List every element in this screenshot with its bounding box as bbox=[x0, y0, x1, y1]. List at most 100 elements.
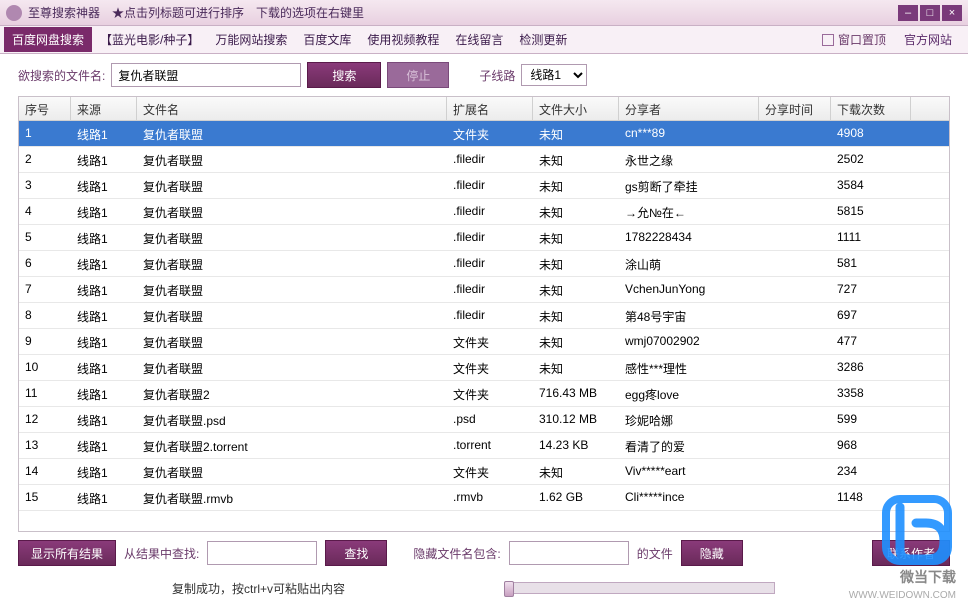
official-site-link[interactable]: 官方网站 bbox=[904, 31, 952, 48]
tab-tutorial[interactable]: 使用视频教程 bbox=[359, 27, 447, 52]
cell-dl: 3358 bbox=[831, 381, 911, 406]
cell-size: 未知 bbox=[533, 303, 619, 328]
cell-size: 未知 bbox=[533, 459, 619, 484]
cell-ext: .filedir bbox=[447, 303, 533, 328]
table-row[interactable]: 10线路1复仇者联盟文件夹未知感性***理性3286 bbox=[19, 355, 949, 381]
table-row[interactable]: 2线路1复仇者联盟.filedir未知永世之缘2502 bbox=[19, 147, 949, 173]
find-in-results-label: 从结果中查找: bbox=[124, 545, 199, 562]
cell-name: 复仇者联盟 bbox=[137, 251, 447, 276]
cell-name: 复仇者联盟.psd bbox=[137, 407, 447, 432]
cell-ext: .filedir bbox=[447, 225, 533, 250]
show-all-button[interactable]: 显示所有结果 bbox=[18, 540, 116, 566]
cell-dl: 3286 bbox=[831, 355, 911, 380]
cell-dl: 234 bbox=[831, 459, 911, 484]
cell-ext: 文件夹 bbox=[447, 459, 533, 484]
hide-suffix-label: 的文件 bbox=[637, 545, 673, 562]
col-source[interactable]: 来源 bbox=[71, 97, 137, 120]
table-row[interactable]: 5线路1复仇者联盟.filedir未知17822284341111 bbox=[19, 225, 949, 251]
cell-sharer: 看清了的爱 bbox=[619, 433, 759, 458]
cell-name: 复仇者联盟.rmvb bbox=[137, 485, 447, 510]
col-downloads[interactable]: 下载次数 bbox=[831, 97, 911, 120]
col-num[interactable]: 序号 bbox=[19, 97, 71, 120]
status-text: 复制成功，按ctrl+v可粘贴出内容 bbox=[172, 580, 345, 597]
hide-button[interactable]: 隐藏 bbox=[681, 540, 743, 566]
cell-src: 线路1 bbox=[71, 121, 137, 146]
tab-wenku[interactable]: 百度文库 bbox=[295, 27, 359, 52]
col-size[interactable]: 文件大小 bbox=[533, 97, 619, 120]
search-input[interactable] bbox=[111, 63, 301, 87]
maximize-button[interactable]: □ bbox=[920, 5, 940, 21]
app-name: 至尊搜索神器 bbox=[28, 4, 100, 21]
table-row[interactable]: 15线路1复仇者联盟.rmvb.rmvb1.62 GBCli*****ince1… bbox=[19, 485, 949, 511]
table-header[interactable]: 序号 来源 文件名 扩展名 文件大小 分享者 分享时间 下载次数 bbox=[19, 97, 949, 121]
cell-time bbox=[759, 485, 831, 510]
table-row[interactable]: 9线路1复仇者联盟文件夹未知wmj07002902477 bbox=[19, 329, 949, 355]
close-button[interactable]: × bbox=[942, 5, 962, 21]
cell-src: 线路1 bbox=[71, 329, 137, 354]
cell-time bbox=[759, 173, 831, 198]
tab-site-search[interactable]: 万能网站搜索 bbox=[207, 27, 295, 52]
table-row[interactable]: 12线路1复仇者联盟.psd.psd310.12 MB珍妮哈娜599 bbox=[19, 407, 949, 433]
table-row[interactable]: 6线路1复仇者联盟.filedir未知涂山萌581 bbox=[19, 251, 949, 277]
table-row[interactable]: 4线路1复仇者联盟.filedir未知→允№在←5815 bbox=[19, 199, 949, 225]
cell-time bbox=[759, 407, 831, 432]
table-row[interactable]: 14线路1复仇者联盟文件夹未知Viv*****eart234 bbox=[19, 459, 949, 485]
cell-src: 线路1 bbox=[71, 277, 137, 302]
cell-ext: 文件夹 bbox=[447, 121, 533, 146]
col-ext[interactable]: 扩展名 bbox=[447, 97, 533, 120]
minimize-button[interactable]: – bbox=[898, 5, 918, 21]
find-button[interactable]: 查找 bbox=[325, 540, 387, 566]
cell-size: 未知 bbox=[533, 147, 619, 172]
cell-sharer: Cli*****ince bbox=[619, 485, 759, 510]
pin-window-label: 窗口置顶 bbox=[838, 31, 886, 48]
table-body[interactable]: 1线路1复仇者联盟文件夹未知cn***8949082线路1复仇者联盟.filed… bbox=[19, 121, 949, 532]
cell-sharer: 涂山萌 bbox=[619, 251, 759, 276]
cell-ext: .filedir bbox=[447, 147, 533, 172]
contact-author-button[interactable]: 联系作者 bbox=[872, 540, 950, 566]
cell-dl: 3584 bbox=[831, 173, 911, 198]
cell-src: 线路1 bbox=[71, 147, 137, 172]
col-time[interactable]: 分享时间 bbox=[759, 97, 831, 120]
cell-src: 线路1 bbox=[71, 355, 137, 380]
window-controls: – □ × bbox=[898, 5, 962, 21]
tab-bluray[interactable]: 【蓝光电影/种子】 bbox=[92, 27, 207, 52]
col-filename[interactable]: 文件名 bbox=[137, 97, 447, 120]
table-row[interactable]: 11线路1复仇者联盟2文件夹716.43 MBegg疼love3358 bbox=[19, 381, 949, 407]
cell-sharer: wmj07002902 bbox=[619, 329, 759, 354]
table-row[interactable]: 8线路1复仇者联盟.filedir未知第48号宇宙697 bbox=[19, 303, 949, 329]
cell-sharer: 1782228434 bbox=[619, 225, 759, 250]
cell-name: 复仇者联盟 bbox=[137, 303, 447, 328]
cell-ext: .filedir bbox=[447, 277, 533, 302]
cell-size: 未知 bbox=[533, 225, 619, 250]
cell-n: 14 bbox=[19, 459, 71, 484]
table-row[interactable]: 1线路1复仇者联盟文件夹未知cn***894908 bbox=[19, 121, 949, 147]
table-row[interactable]: 7线路1复仇者联盟.filedir未知VchenJunYong727 bbox=[19, 277, 949, 303]
col-sharer[interactable]: 分享者 bbox=[619, 97, 759, 120]
cell-ext: 文件夹 bbox=[447, 381, 533, 406]
cell-sharer: 永世之缘 bbox=[619, 147, 759, 172]
checkbox-icon bbox=[822, 34, 834, 46]
stop-button[interactable]: 停止 bbox=[387, 62, 449, 88]
subroute-select[interactable]: 线路1 bbox=[521, 64, 587, 86]
cell-n: 5 bbox=[19, 225, 71, 250]
cell-dl: 5815 bbox=[831, 199, 911, 224]
search-button[interactable]: 搜索 bbox=[307, 62, 381, 88]
cell-size: 14.23 KB bbox=[533, 433, 619, 458]
tab-message[interactable]: 在线留言 bbox=[447, 27, 511, 52]
cell-time bbox=[759, 147, 831, 172]
cell-size: 未知 bbox=[533, 121, 619, 146]
hide-input[interactable] bbox=[509, 541, 629, 565]
title-bar: 至尊搜索神器 ★点击列标题可进行排序 下载的选项在右键里 – □ × bbox=[0, 0, 968, 26]
find-in-results-input[interactable] bbox=[207, 541, 317, 565]
tab-baidu-pan[interactable]: 百度网盘搜索 bbox=[4, 27, 92, 52]
cell-dl: 599 bbox=[831, 407, 911, 432]
progress-slider[interactable] bbox=[505, 582, 775, 594]
cell-size: 未知 bbox=[533, 277, 619, 302]
table-row[interactable]: 13线路1复仇者联盟2.torrent.torrent14.23 KB看清了的爱… bbox=[19, 433, 949, 459]
pin-window-checkbox[interactable]: 窗口置顶 bbox=[822, 31, 886, 48]
cell-sharer: 珍妮哈娜 bbox=[619, 407, 759, 432]
tab-update[interactable]: 检测更新 bbox=[511, 27, 575, 52]
cell-sharer: VchenJunYong bbox=[619, 277, 759, 302]
slider-thumb-icon[interactable] bbox=[504, 581, 514, 597]
table-row[interactable]: 3线路1复仇者联盟.filedir未知gs剪断了牵挂3584 bbox=[19, 173, 949, 199]
